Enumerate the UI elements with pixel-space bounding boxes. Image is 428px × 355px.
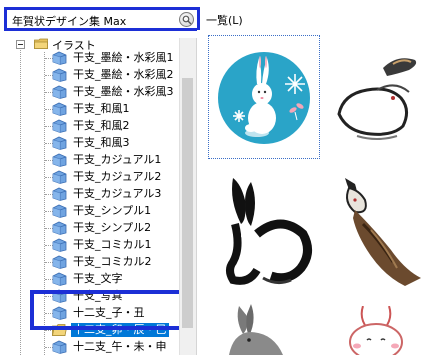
tree-item-label: 干支_墨絵・水彩風1 [73, 51, 174, 64]
tree-scrollbar-thumb[interactable] [182, 78, 193, 328]
ink-rabbit-lying-illustration [337, 58, 417, 140]
tree-item-label: 干支_コミカル2 [73, 255, 152, 268]
tree-item-label: 干支_カジュアル3 [73, 187, 162, 200]
tree-scrollbar[interactable] [179, 38, 196, 355]
thumbnail-rabbit-on-rock[interactable] [335, 170, 428, 294]
collection-combo-value: 年賀状デザイン集 Max [12, 15, 127, 28]
folder-icon [52, 170, 67, 184]
folder-icon [52, 238, 67, 252]
folder-icon [52, 153, 67, 167]
tree-item-label: 干支_和風1 [73, 102, 130, 115]
ink-rabbit-sitting-illustration [226, 178, 312, 285]
folder-icon [52, 136, 67, 150]
folder-icon [52, 204, 67, 218]
thumbnail-photo-rabbit[interactable] [219, 300, 299, 355]
thumbnail-rabbit-circle[interactable] [208, 35, 320, 159]
tree-item-label: 干支_コミカル1 [73, 238, 152, 251]
tree-item-label: 十二支_午・未・申 [73, 340, 167, 353]
photo-rabbit-illustration [229, 304, 283, 355]
image-grid[interactable] [197, 30, 428, 355]
folder-icon [52, 119, 67, 133]
thumbnail-ink-rabbit-sitting[interactable] [211, 170, 317, 294]
tree-item-label: 干支_墨絵・水彩風2 [73, 68, 174, 81]
category-tree[interactable]: イラスト 干支_墨絵・水彩風1 干支_墨絵・水彩風2 干支_墨絵・水彩風3 干支_和風… [0, 38, 197, 355]
tree-item-label: 干支_和風2 [73, 119, 130, 132]
tree-item-label: 干支_シンプル1 [73, 204, 152, 217]
thumbnail-cute-rabbit[interactable] [333, 305, 428, 355]
rabbit-on-rock-illustration [345, 178, 421, 286]
cute-rabbit-illustration [349, 305, 403, 355]
collapse-icon[interactable] [16, 40, 25, 49]
folder-icon [52, 187, 67, 201]
folder-icon [52, 102, 67, 116]
folder-icon [52, 221, 67, 235]
thumbnail-ink-rabbit-lying[interactable] [337, 50, 428, 150]
folder-icon [52, 85, 67, 99]
folder-icon [52, 272, 67, 286]
collection-combo[interactable]: 年賀状デザイン集 Max [4, 7, 200, 31]
folder-icon [52, 51, 67, 65]
folder-icon [52, 340, 67, 354]
tree-item-label: 干支_カジュアル2 [73, 170, 162, 183]
folder-icon [52, 68, 67, 82]
rabbit-circle-illustration [218, 52, 310, 144]
folder-open-icon [34, 38, 48, 49]
list-view-label: 一覧(L) [206, 14, 243, 27]
selection-highlight-box [30, 290, 183, 330]
tree-item-label: 干支_カジュアル1 [73, 153, 162, 166]
tree-item-label: 干支_和風3 [73, 136, 130, 149]
folder-icon [52, 255, 67, 269]
search-icon[interactable] [179, 12, 194, 27]
tree-item-label: 干支_文字 [73, 272, 123, 285]
tree-item-label: 干支_シンプル2 [73, 221, 152, 234]
tree-item-label: 干支_墨絵・水彩風3 [73, 85, 174, 98]
